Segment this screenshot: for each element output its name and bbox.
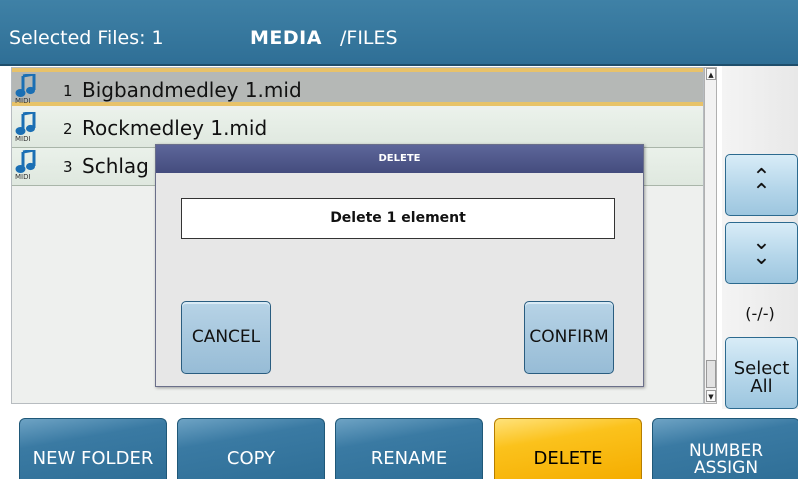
file-row-2[interactable]: MIDI 2 Rockmedley 1.mid: [12, 110, 703, 148]
number-assign-button[interactable]: NUMBER ASSIGN: [652, 418, 798, 479]
path-label: /FILES: [340, 27, 398, 49]
file-name: Rockmedley 1.mid: [82, 116, 268, 140]
header-bar: Selected Files: 1 MEDIA /FILES: [0, 0, 798, 66]
section-title: MEDIA: [250, 27, 322, 49]
scroll-arrow-up-icon[interactable]: ▲: [706, 68, 716, 80]
chevron-down-icon: ⌄ ⌄: [752, 230, 771, 270]
select-all-label: Select All: [733, 358, 790, 397]
file-number: 1: [63, 82, 73, 100]
dialog-message: Delete 1 element: [181, 198, 615, 239]
delete-button[interactable]: DELETE: [494, 418, 642, 479]
select-all-button[interactable]: Select All: [725, 337, 798, 409]
copy-button[interactable]: COPY: [177, 418, 325, 479]
file-number: 3: [63, 158, 73, 176]
scroll-thumb[interactable]: [706, 360, 716, 388]
rename-button[interactable]: RENAME: [335, 418, 483, 479]
midi-tag: MIDI: [15, 97, 31, 105]
file-number: 2: [63, 120, 73, 138]
selected-files-label: Selected Files: 1: [9, 27, 164, 49]
page-up-button[interactable]: ⌃ ⌃: [725, 154, 798, 216]
scroll-arrow-down-icon[interactable]: ▼: [706, 390, 716, 402]
confirm-button[interactable]: CONFIRM: [524, 301, 614, 374]
new-folder-button[interactable]: NEW FOLDER: [19, 418, 167, 479]
file-row-1[interactable]: MIDI 1 Bigbandmedley 1.mid: [12, 68, 703, 106]
delete-dialog: DELETE Delete 1 element CANCEL CONFIRM: [155, 144, 644, 387]
page-indicator: (-/-): [745, 304, 775, 323]
cancel-button[interactable]: CANCEL: [181, 301, 271, 374]
midi-tag: MIDI: [15, 173, 31, 181]
file-name: Bigbandmedley 1.mid: [82, 78, 302, 102]
page-down-button[interactable]: ⌄ ⌄: [725, 222, 798, 284]
list-scrollbar[interactable]: ▲ ▼: [704, 67, 717, 404]
copy-label: COPY: [226, 448, 276, 469]
file-name: Schlag: [82, 154, 149, 178]
rename-label: RENAME: [370, 448, 448, 469]
dialog-title: DELETE: [156, 145, 643, 173]
midi-tag: MIDI: [15, 135, 31, 143]
number-assign-label: NUMBER ASSIGN: [688, 441, 764, 478]
new-folder-label: NEW FOLDER: [32, 448, 154, 469]
chevron-up-icon: ⌃ ⌃: [752, 165, 771, 205]
delete-label: DELETE: [533, 448, 603, 469]
